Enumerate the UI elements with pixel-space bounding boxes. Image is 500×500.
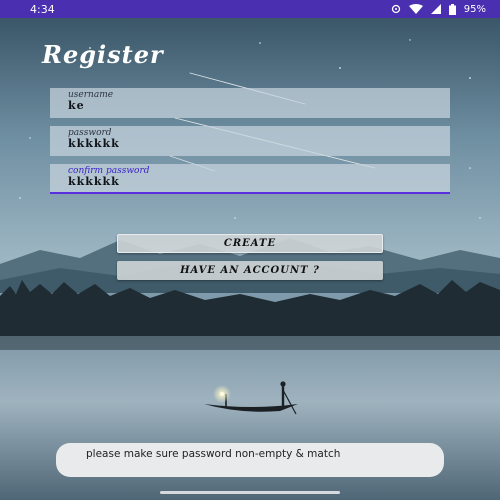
- username-field[interactable]: username ke: [50, 88, 450, 118]
- battery-percent: 95%: [463, 3, 486, 15]
- sync-icon: [391, 4, 400, 14]
- gesture-nav-bar[interactable]: [160, 491, 340, 494]
- password-label: password: [68, 128, 112, 138]
- username-input[interactable]: ke: [68, 100, 432, 112]
- toast-message: please make sure password non-empty & ma…: [56, 443, 444, 477]
- signal-icon: [430, 4, 441, 14]
- confirm-password-label: confirm password: [68, 166, 150, 176]
- status-bar: 4:34 95%: [0, 0, 500, 18]
- wifi-icon: [408, 4, 423, 14]
- status-time: 4:34: [30, 2, 55, 16]
- battery-icon: [448, 3, 456, 15]
- password-field[interactable]: password kkkkkk: [50, 126, 450, 156]
- confirm-password-input[interactable]: kkkkkk: [68, 176, 432, 188]
- page-title: Register: [42, 40, 164, 69]
- password-input[interactable]: kkkkkk: [68, 138, 432, 150]
- username-label: username: [68, 90, 114, 100]
- create-button[interactable]: CREATE: [117, 234, 383, 253]
- have-account-button[interactable]: HAVE AN ACCOUNT ?: [117, 261, 383, 280]
- status-icons: 95%: [391, 3, 486, 15]
- confirm-password-field[interactable]: confirm password kkkkkk: [50, 164, 450, 194]
